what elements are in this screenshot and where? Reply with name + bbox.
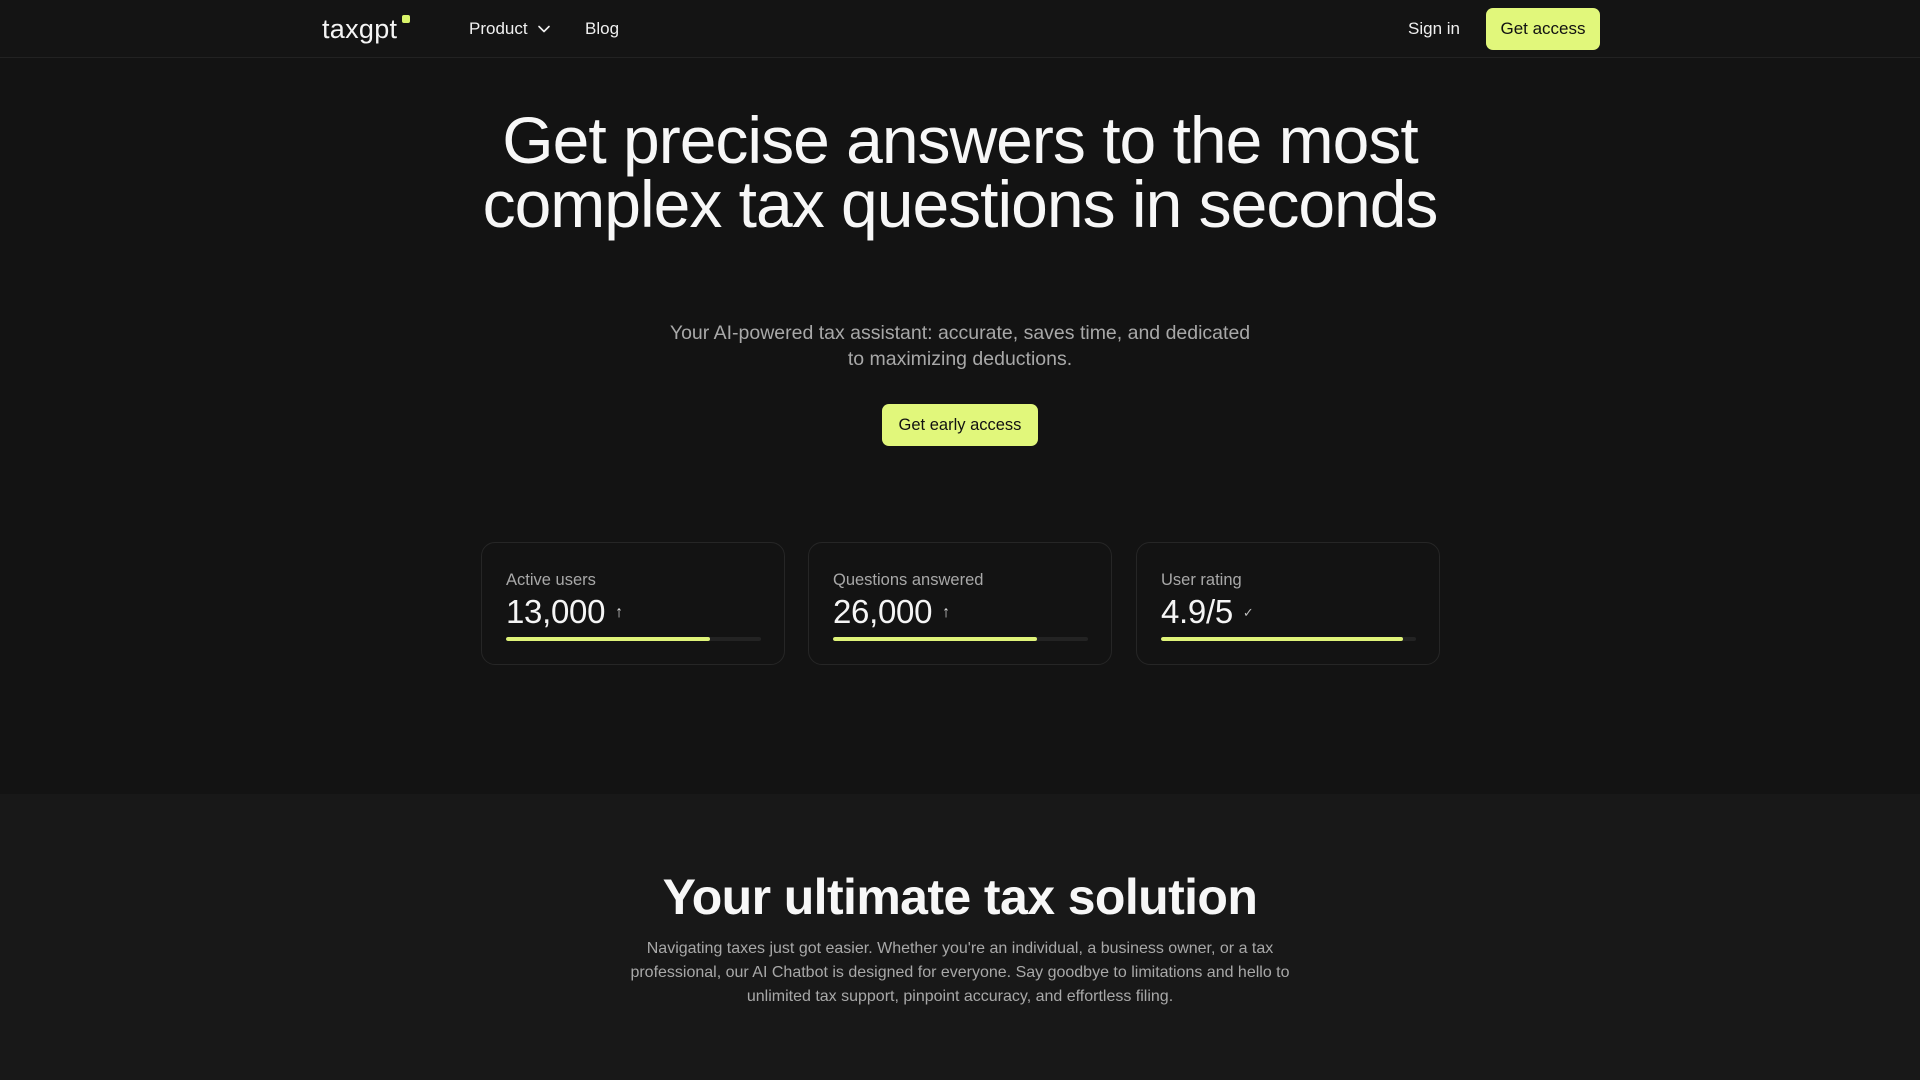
stat-label: Active users	[506, 571, 596, 589]
nav-product-label: Product	[469, 19, 528, 38]
hero-title: Get precise answers to the most complex …	[482, 103, 1439, 241]
stat-card-user-rating: User rating 4.9/5 ✓	[1136, 542, 1440, 665]
arrow-up-icon: ↑	[942, 604, 951, 621]
stat-label: Questions answered	[833, 571, 984, 589]
check-icon: ✓	[1242, 605, 1254, 620]
get-access-button[interactable]: Get access	[1486, 8, 1600, 50]
solution-title: Your ultimate tax solution	[662, 869, 1258, 925]
arrow-up-icon: ↑	[615, 604, 624, 621]
progress-track	[1161, 637, 1416, 641]
chevron-down-icon	[537, 25, 550, 33]
progress-track	[833, 637, 1088, 641]
stat-card-active-users: Active users 13,000 ↑	[481, 542, 785, 665]
top-navbar: taxgpt Product Blog Sign in Get access	[0, 0, 1920, 58]
stat-value: 13,000	[506, 593, 606, 630]
hero-subtitle: Your AI-powered tax assistant: accurate,…	[669, 322, 1251, 370]
stat-value: 26,000	[833, 593, 933, 630]
stat-value: 4.9/5	[1161, 593, 1233, 630]
stat-card-questions-answered: Questions answered 26,000 ↑	[808, 542, 1112, 665]
stat-label: User rating	[1161, 571, 1242, 589]
progress-fill	[833, 637, 1037, 641]
sign-in-link[interactable]: Sign in	[1408, 19, 1460, 39]
logo-mark-icon	[402, 15, 410, 23]
taxgpt-logo[interactable]: taxgpt	[322, 14, 397, 45]
get-early-access-button[interactable]: Get early access	[882, 404, 1038, 446]
progress-fill	[1161, 637, 1404, 641]
nav-product-menu[interactable]: Product	[469, 19, 551, 39]
progress-track	[506, 637, 761, 641]
progress-fill	[506, 637, 710, 641]
solution-body: Navigating taxes just got easier. Whethe…	[630, 940, 1290, 1005]
nav-blog-link[interactable]: Blog	[585, 19, 619, 39]
